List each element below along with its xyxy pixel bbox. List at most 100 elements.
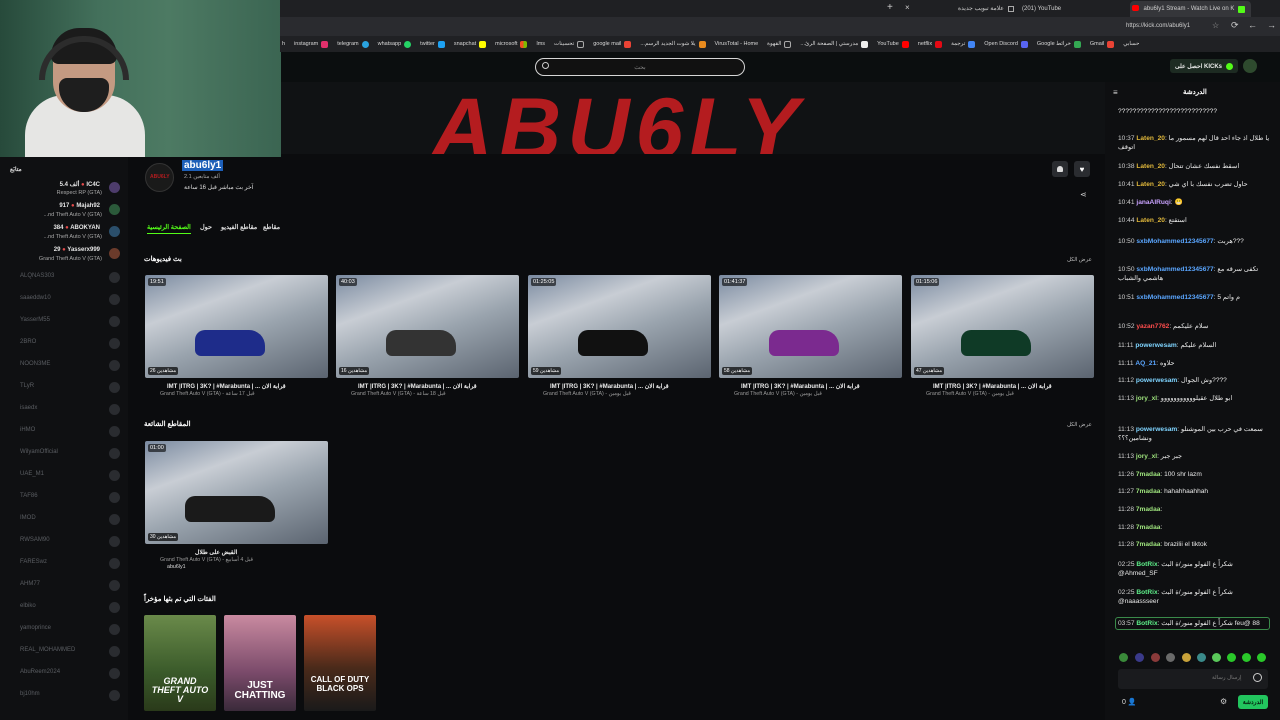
chat-username[interactable]: jory_xl: [1136, 395, 1157, 402]
video-title[interactable]: IMT |ITRG | 3K? | #Marabunta | ... قرابة…: [145, 383, 328, 390]
show-all-link[interactable]: عرض الكل: [1067, 422, 1092, 428]
clip-title[interactable]: القبض على طلال: [145, 549, 328, 556]
chat-username[interactable]: sxbMohammed12345677: [1136, 294, 1213, 301]
chat-username[interactable]: BotRix: [1136, 620, 1157, 627]
bookmark-instagram[interactable]: instagram: [294, 40, 329, 48]
bookmark-overflow[interactable]: h: [282, 41, 285, 47]
chat-username[interactable]: janaAlRuqi: [1136, 199, 1170, 206]
category-card-just-chatting[interactable]: JUST CHATTING: [224, 615, 296, 711]
chat-username[interactable]: jory_xl: [1136, 453, 1157, 460]
sidebar-item-offline[interactable]: 2BRO: [0, 333, 128, 355]
sidebar-item-offline[interactable]: IMOD: [0, 509, 128, 531]
sidebar-item-offline[interactable]: bj10hm: [0, 685, 128, 707]
sidebar-item-offline[interactable]: NOON3ME: [0, 355, 128, 377]
chat-username[interactable]: Laten_20: [1136, 163, 1165, 170]
chat-username[interactable]: AQ_21: [1135, 360, 1156, 367]
bookmark-account[interactable]: حسابي: [1123, 41, 1139, 47]
sidebar-item-offline[interactable]: UAE_M1: [0, 465, 128, 487]
emote-icon[interactable]: [1151, 653, 1160, 662]
emote-icon[interactable]: [1119, 653, 1128, 662]
sidebar-item-offline[interactable]: TAF86: [0, 487, 128, 509]
sidebar-item-offline[interactable]: iHMO: [0, 421, 128, 443]
chat-input[interactable]: إرسال رسالة: [1118, 669, 1268, 689]
show-all-link[interactable]: عرض الكل: [1067, 257, 1092, 263]
bookmark-madrasati[interactable]: ...مدرستي | الصفحة الرئ: [800, 40, 869, 48]
user-avatar[interactable]: [1243, 59, 1257, 73]
notifications-button[interactable]: [1052, 161, 1068, 177]
bookmark-yalla-shoot[interactable]: ...يلا شوت الجديد الرسم: [640, 40, 706, 48]
chat-username[interactable]: 7madaa: [1136, 488, 1161, 495]
video-thumbnail[interactable]: 40:03 16 مشاهدين: [336, 275, 519, 378]
sidebar-item-offline[interactable]: isaedx: [0, 399, 128, 421]
chat-settings-icon[interactable]: ⚙: [1220, 697, 1227, 706]
chat-username[interactable]: sxbMohammed12345677: [1136, 266, 1213, 273]
tab-clips[interactable]: مقاطع: [263, 223, 280, 231]
get-kicks-button[interactable]: احصل على KICKs: [1170, 59, 1238, 73]
sidebar-item-offline[interactable]: elbiko: [0, 597, 128, 619]
clip-author[interactable]: abu6ly1: [145, 564, 328, 570]
video-title[interactable]: IMT |ITRG | 3K? | #Marabunta | ... قرابة…: [528, 383, 711, 390]
sidebar-item-offline[interactable]: AHM77: [0, 575, 128, 597]
share-icon[interactable]: ⋖: [1080, 190, 1087, 199]
video-card[interactable]: 01:41:37 58 مشاهدين IMT |ITRG | 3K? | #Ma…: [719, 275, 902, 397]
sidebar-item-yasserx999[interactable]: 29 ● Yasserx999 Grand Theft Auto V (GTA): [0, 245, 128, 267]
emoji-icon[interactable]: [1253, 673, 1262, 682]
close-tab-icon[interactable]: ×: [905, 3, 910, 12]
sidebar-item-offline[interactable]: TLyR: [0, 377, 128, 399]
chat-username[interactable]: 7madaa: [1136, 471, 1161, 478]
url-text[interactable]: https://kick.com/abu6ly1: [1126, 23, 1190, 29]
tab-videos[interactable]: مقاطع الفيديو: [221, 223, 257, 231]
video-card[interactable]: 40:03 16 مشاهدين IMT |ITRG | 3K? | #Marab…: [336, 275, 519, 397]
video-card[interactable]: 01:15:06 47 مشاهدين IMT |ITRG | 3K? | #Ma…: [911, 275, 1094, 397]
clip-thumbnail[interactable]: 01:00 30 مشاهدين: [145, 441, 328, 544]
sidebar-item-offline[interactable]: YasserM55: [0, 311, 128, 333]
sidebar-item-offline[interactable]: WilyamOfficial: [0, 443, 128, 465]
video-thumbnail[interactable]: 01:25:05 59 مشاهدين: [528, 275, 711, 378]
search-input[interactable]: بحث: [535, 58, 745, 76]
video-card[interactable]: 01:25:05 59 مشاهدين IMT |ITRG | 3K? | #Ma…: [528, 275, 711, 397]
back-icon[interactable]: ←: [1248, 20, 1257, 30]
chat-username[interactable]: yazan7762: [1136, 323, 1169, 330]
bookmark-snapchat[interactable]: snapchat: [454, 40, 487, 48]
channel-avatar[interactable]: ABU6LY: [145, 163, 174, 192]
star-icon[interactable]: ☆: [1212, 21, 1219, 30]
bookmark-google-mail[interactable]: google mail: [593, 40, 632, 48]
video-title[interactable]: IMT |ITRG | 3K? | #Marabunta | ... قرابة…: [336, 383, 519, 390]
bookmark-twitter[interactable]: twitter: [420, 40, 445, 48]
chat-username[interactable]: 7madaa: [1136, 506, 1161, 513]
sidebar-item-ic4c[interactable]: 5.4 ألف ● IC4C Respect RP (GTA): [0, 179, 128, 201]
chat-username[interactable]: Laten_20: [1136, 135, 1165, 142]
bookmark-telegram[interactable]: telegram: [337, 40, 369, 48]
sidebar-item-offline[interactable]: yamoprince: [0, 619, 128, 641]
video-thumbnail[interactable]: 01:15:06 47 مشاهدين: [911, 275, 1094, 378]
chat-username[interactable]: Laten_20: [1136, 181, 1165, 188]
clip-card[interactable]: 01:00 30 مشاهدين القبض على طلال Grand The…: [145, 441, 328, 570]
bookmark-whatsapp[interactable]: whatsapp: [378, 40, 412, 48]
emote-icon[interactable]: [1197, 653, 1206, 662]
bookmark-virustotal[interactable]: VirusTotal - Home: [715, 41, 759, 47]
chat-username[interactable]: BotRix: [1136, 561, 1157, 568]
bookmark-improvements[interactable]: تحسينات: [554, 40, 585, 48]
sidebar-item-offline[interactable]: ALQNAS303: [0, 267, 128, 289]
emote-icon[interactable]: [1212, 653, 1221, 662]
tab-about[interactable]: حول: [200, 223, 212, 231]
follow-button[interactable]: ♥: [1074, 161, 1090, 177]
chat-username[interactable]: BotRix: [1136, 589, 1157, 596]
reload-icon[interactable]: ⟳: [1231, 20, 1239, 31]
forward-icon[interactable]: →: [1267, 20, 1276, 30]
sidebar-item-offline[interactable]: RWSAM90: [0, 531, 128, 553]
bookmark-coffee[interactable]: القهوة: [767, 40, 792, 48]
chat-username[interactable]: 7madaa: [1136, 524, 1161, 531]
chat-username[interactable]: Laten_20: [1136, 217, 1165, 224]
new-tab-icon[interactable]: +: [887, 2, 893, 13]
sidebar-item-offline[interactable]: saaeddw10: [0, 289, 128, 311]
tab-kick[interactable]: × abu6ly1 Stream - Watch Live on K: [1130, 1, 1252, 17]
bookmark-google-maps[interactable]: Google خرائط: [1037, 40, 1081, 48]
bookmark-gmail[interactable]: Gmail: [1090, 40, 1115, 48]
video-title[interactable]: IMT |ITRG | 3K? | #Marabunta | ... قرابة…: [719, 383, 902, 390]
emote-icon[interactable]: [1135, 653, 1144, 662]
sidebar-item-majah92[interactable]: 917 ● Majah92 ...nd Theft Auto V (GTA): [0, 201, 128, 223]
chat-username[interactable]: sxbMohammed12345677: [1136, 238, 1213, 245]
sidebar-item-abokyan[interactable]: 384 ● ABOKYAN ...nd Theft Auto V (GTA): [0, 223, 128, 245]
tab-youtube[interactable]: (201) YouTube: [1022, 1, 1061, 16]
